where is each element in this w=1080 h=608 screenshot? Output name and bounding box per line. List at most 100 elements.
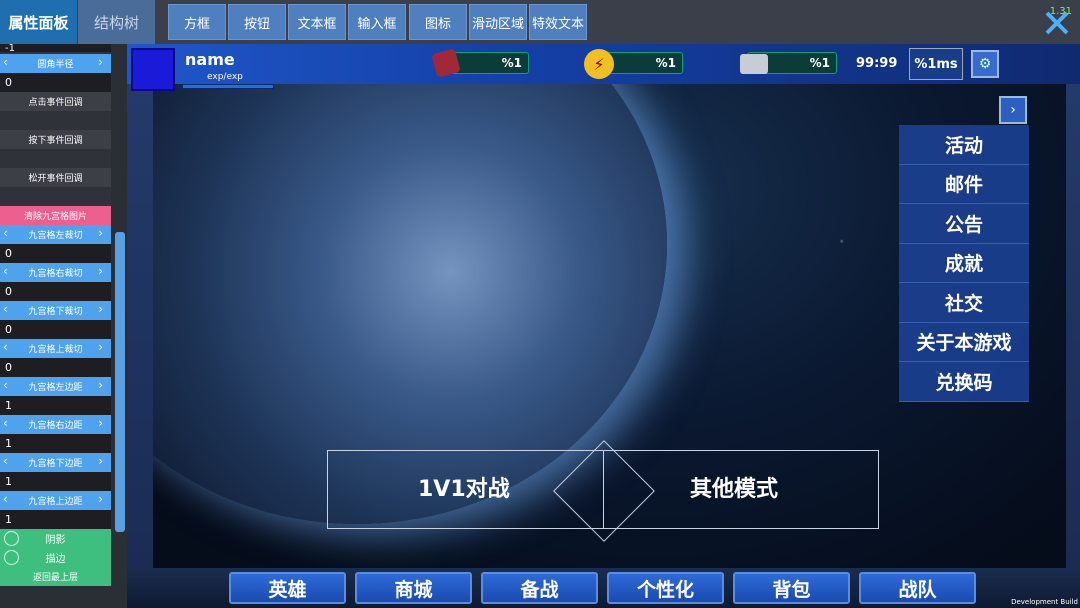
frame-left [127,84,153,608]
chevron-right-icon[interactable]: › [98,340,103,354]
bottom-nav: 英雄 商城 备战 个性化 背包 战队 Development Build [127,568,1080,608]
chevron-right-icon[interactable]: › [98,55,103,69]
dev-build-label: Development Build [1011,598,1078,606]
nav-heroes[interactable]: 英雄 [229,572,346,604]
outline-toggle[interactable]: 描边 [0,548,111,567]
chevron-left-icon[interactable]: ‹ [3,226,8,240]
clear-nine-slice-button[interactable]: 清除九宫格图片 [0,206,111,225]
field-label: 九宫格下边距 [28,459,83,469]
field-input[interactable]: 1 [0,472,111,491]
field-header: ‹ 九宫格左边距 › [0,377,111,396]
toggle-label: 描边 [45,554,66,565]
mode-divider [603,451,604,528]
field-input[interactable]: 0 [0,282,111,301]
chevron-right-icon[interactable]: › [98,302,103,316]
chevron-right-icon[interactable]: › [98,264,103,278]
shadow-toggle[interactable]: 阴影 [0,529,111,548]
click-callback-label: 点击事件回调 [0,92,111,111]
tool-input-button[interactable]: 输入框 [348,4,406,40]
field-input[interactable]: 1 [0,510,111,529]
field-label: 九宫格右裁切 [28,269,83,279]
scrollbar[interactable] [115,232,125,532]
editor-toolbar: 属性面板 结构树 方框 按钮 文本框 输入框 图标 滑动区域 特效文本 1.31 [0,0,1080,44]
expand-menu-button[interactable]: › [999,96,1027,124]
release-callback-input[interactable] [0,187,111,206]
gear-icon[interactable]: ⚙ [971,50,999,78]
resource-cards[interactable]: %1 [740,52,837,74]
menu-item-about[interactable]: 关于本游戏 [899,322,1029,362]
chevron-left-icon[interactable]: ‹ [3,302,8,316]
player-hud: name exp/exp %1 ⚡ %1 %1 99:99 %1ms ⚙ [127,44,1080,91]
menu-item-social[interactable]: 社交 [899,283,1029,323]
chevron-left-icon[interactable]: ‹ [3,340,8,354]
field-label: 九宫格上裁切 [28,345,83,355]
resource-energy[interactable]: ⚡ %1 [584,49,683,79]
resource-value: %1 [655,56,676,70]
nav-backpack[interactable]: 背包 [733,572,850,604]
chevron-left-icon[interactable]: ‹ [3,492,8,506]
tool-scroll-area-button[interactable]: 滑动区域 [469,4,527,40]
field-input[interactable]: 0 [0,244,111,263]
field-label: 九宫格上边距 [28,497,83,507]
gem-icon [431,48,461,78]
field-input[interactable]: 1 [0,396,111,415]
menu-item-announcement[interactable]: 公告 [899,204,1029,244]
chevron-right-icon[interactable]: › [98,378,103,392]
timer: 99:99 [856,56,898,71]
menu-item-achievement[interactable]: 成就 [899,243,1029,283]
toggle-label: 阴影 [45,535,66,546]
field-header: ‹ 九宫格下裁切 › [0,301,111,320]
nav-shop[interactable]: 商城 [355,572,472,604]
frame-right [1066,84,1080,608]
menu-item-redeem[interactable]: 兑换码 [899,362,1029,402]
field-header: ‹ 九宫格左裁切 › [0,225,111,244]
tool-box-button[interactable]: 方框 [168,4,226,40]
property-list[interactable]: -1 ‹ 圆角半径 › 0 点击事件回调 按下事件回调 松开事件回调 清除九宫格… [0,44,111,608]
top-value[interactable]: -1 [0,44,111,54]
click-callback-input[interactable] [0,111,111,130]
property-panel: -1 ‹ 圆角半径 › 0 点击事件回调 按下事件回调 松开事件回调 清除九宫格… [0,44,127,608]
tab-properties[interactable]: 属性面板 [0,0,77,44]
lightning-icon: ⚡ [584,49,614,79]
chevron-left-icon[interactable]: ‹ [3,416,8,430]
field-input[interactable]: 0 [0,358,111,377]
version-badge: 1.31 [1049,6,1072,17]
side-menu: 活动 邮件 公告 成就 社交 关于本游戏 兑换码 [899,125,1029,402]
chevron-left-icon[interactable]: ‹ [3,264,8,278]
mode-1v1-button[interactable]: 1V1对战 [418,471,510,503]
chevron-right-icon[interactable]: › [98,492,103,506]
bring-to-top-button[interactable]: 返回最上层 [0,567,111,586]
avatar[interactable] [131,48,175,91]
nav-prepare[interactable]: 备战 [481,572,598,604]
chevron-right-icon[interactable]: › [98,416,103,430]
mode-diamond [553,440,655,542]
tool-button-button[interactable]: 按钮 [228,4,286,40]
player-exp: exp/exp [207,72,243,82]
close-icon[interactable]: 1.31 [1042,6,1072,38]
app-root: 属性面板 结构树 方框 按钮 文本框 输入框 图标 滑动区域 特效文本 1.31… [0,0,1080,608]
field-header: ‹ 九宫格上裁切 › [0,339,111,358]
menu-item-activity[interactable]: 活动 [899,125,1029,165]
chevron-left-icon[interactable]: ‹ [3,454,8,468]
tab-structure-tree[interactable]: 结构树 [78,0,155,44]
tool-effect-text-button[interactable]: 特效文本 [529,4,587,40]
mode-selector: 1V1对战 其他模式 [327,440,879,542]
field-input[interactable]: 0 [0,320,111,339]
field-label: 九宫格下裁切 [28,307,83,317]
mode-other-button[interactable]: 其他模式 [690,471,778,503]
chevron-right-icon[interactable]: › [98,454,103,468]
nav-team[interactable]: 战队 [859,572,976,604]
nav-personalize[interactable]: 个性化 [607,572,724,604]
tool-icon-button[interactable]: 图标 [409,4,467,40]
field-input[interactable]: 0 [0,73,111,92]
chevron-left-icon[interactable]: ‹ [3,55,8,69]
chevron-left-icon[interactable]: ‹ [3,378,8,392]
field-label: 九宫格左边距 [28,383,83,393]
press-callback-input[interactable] [0,149,111,168]
resource-gem[interactable]: %1 [431,48,529,78]
field-input[interactable]: 1 [0,434,111,453]
menu-item-mail[interactable]: 邮件 [899,164,1029,204]
field-header: ‹ 九宫格下边距 › [0,453,111,472]
chevron-right-icon[interactable]: › [98,226,103,240]
tool-textbox-button[interactable]: 文本框 [288,4,346,40]
